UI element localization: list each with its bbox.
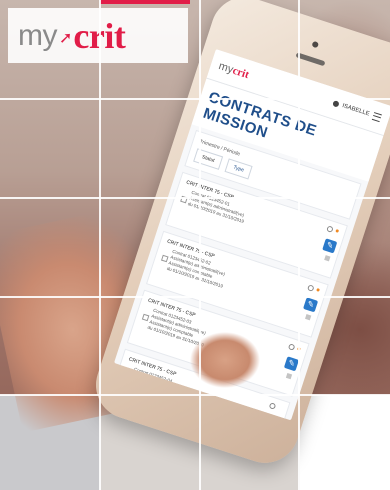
edit-button[interactable]: ✎ xyxy=(322,238,338,254)
trash-icon[interactable] xyxy=(324,255,331,262)
edit-button[interactable]: ✎ xyxy=(303,297,319,313)
blank-tile xyxy=(300,395,390,490)
logo-crit: crit xyxy=(73,15,126,56)
camera-icon xyxy=(311,40,320,49)
trash-icon[interactable] xyxy=(305,314,312,321)
trash-icon[interactable] xyxy=(285,373,293,380)
info-icon[interactable] xyxy=(287,343,296,351)
info-icon[interactable] xyxy=(268,402,277,410)
thumb xyxy=(190,330,260,390)
speaker-grille xyxy=(295,52,326,67)
user-name: ISABELLE xyxy=(341,103,371,118)
red-accent-bar xyxy=(100,0,190,4)
alert-dot xyxy=(297,346,301,351)
alert-dot xyxy=(316,288,320,292)
app-logo[interactable]: mycrit xyxy=(217,60,250,81)
info-icon[interactable] xyxy=(326,225,334,233)
app-logo-crit: crit xyxy=(231,64,251,82)
select-checkbox[interactable] xyxy=(122,372,131,381)
arrow-icon: ➚ xyxy=(59,29,73,47)
edit-button[interactable]: ✎ xyxy=(264,415,280,421)
promo-image: mycrit ISABELLE CONTRATS DE MISSION Trim… xyxy=(0,0,390,490)
user-icon xyxy=(331,99,340,108)
logo-my: my xyxy=(18,18,58,52)
filter-type[interactable]: Type xyxy=(224,158,253,180)
hamburger-menu-icon[interactable] xyxy=(371,112,382,123)
mycrit-logo: my ➚ crit xyxy=(8,8,188,63)
edit-button[interactable]: ✎ xyxy=(283,356,299,372)
alert-dot xyxy=(335,229,340,233)
user-menu[interactable]: ISABELLE xyxy=(331,99,382,123)
info-icon[interactable] xyxy=(307,284,315,292)
filter-status[interactable]: Statut xyxy=(193,148,224,170)
